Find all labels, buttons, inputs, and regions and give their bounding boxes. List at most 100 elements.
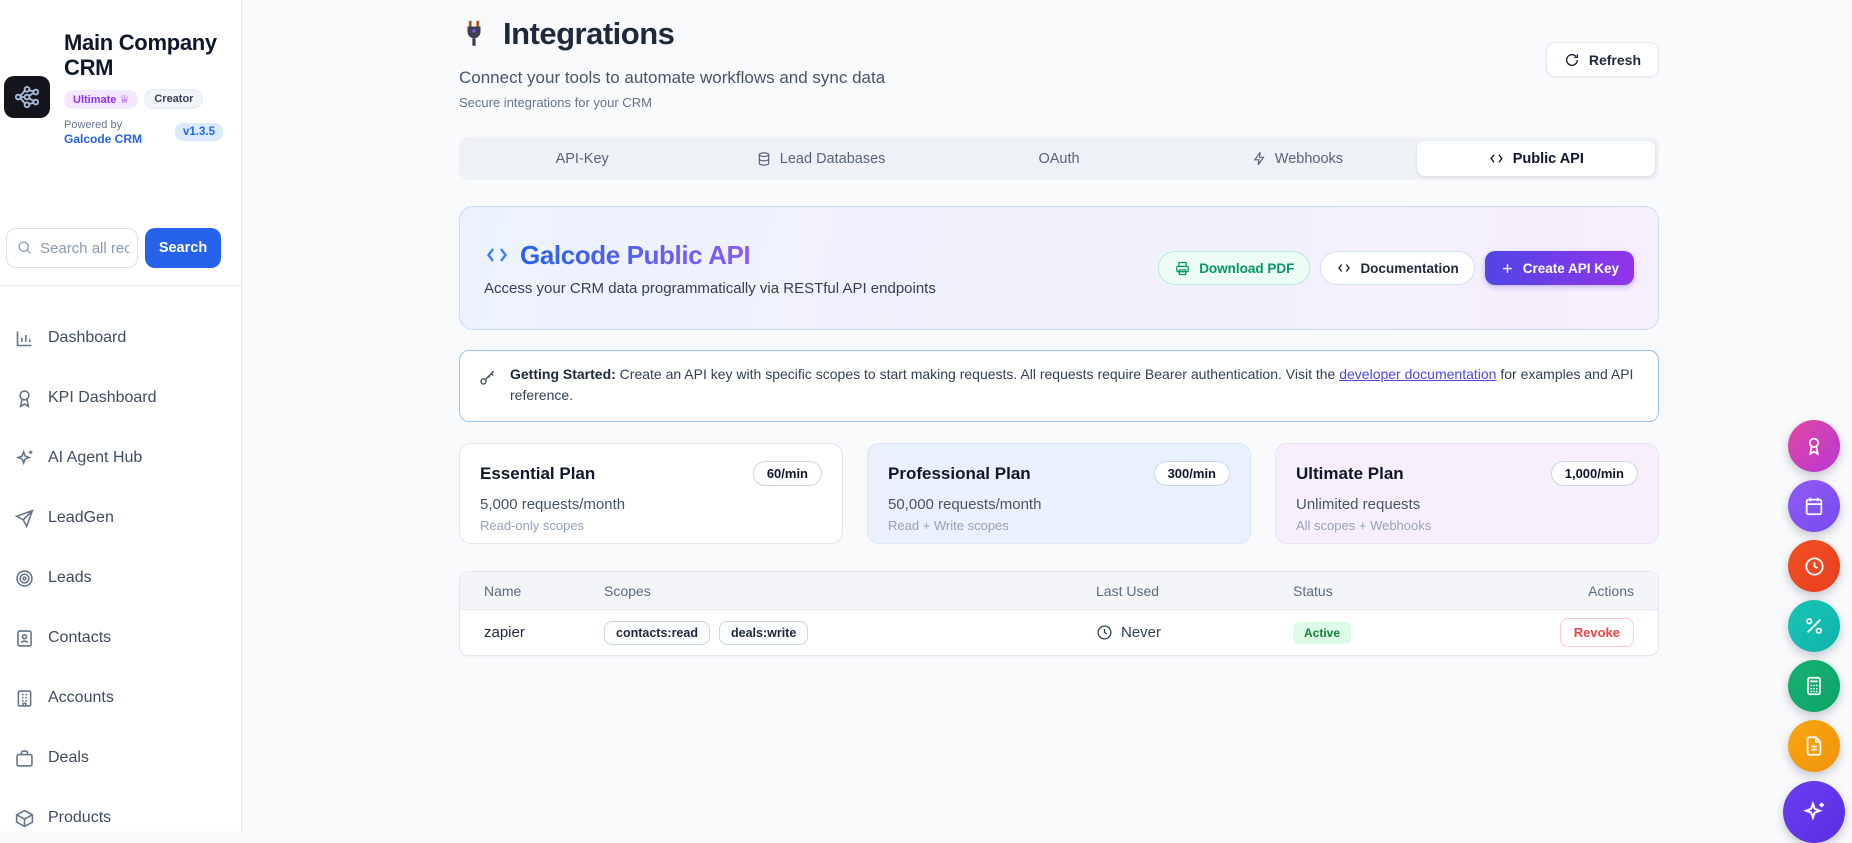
page-header: Integrations [459, 12, 1659, 56]
page-subtitle: Connect your tools to automate workflows… [459, 68, 886, 87]
plan-card-professional: Professional Plan 300/min 50,000 request… [867, 443, 1251, 544]
building-icon [14, 688, 35, 709]
sidebar-item-leads[interactable]: Leads [14, 556, 241, 600]
company-logo [4, 76, 50, 118]
page-title: Integrations [503, 16, 675, 51]
rate-limit-badge: 60/min [752, 461, 822, 486]
sidebar-item-ai-agent-hub[interactable]: AI Agent Hub [14, 436, 241, 480]
search-button[interactable]: Search [145, 228, 221, 268]
key-icon [478, 368, 497, 387]
contact-card-icon [14, 628, 35, 649]
sidebar-item-dashboard[interactable]: Dashboard [14, 316, 241, 360]
plan-requests: 50,000 requests/month [888, 496, 1042, 513]
api-keys-table: Name Scopes Last Used Status Actions zap… [459, 571, 1659, 656]
sidebar-item-leadgen[interactable]: LeadGen [14, 496, 241, 540]
award-icon [1803, 435, 1825, 457]
powered-by-row: Powered by Galcode CRM v1.3.5 [64, 118, 223, 146]
actions-cell: Revoke [1543, 618, 1634, 647]
plan-name: Essential Plan [480, 463, 596, 483]
plan-scopes: All scopes + Webhooks [1296, 518, 1432, 533]
documentation-button[interactable]: Documentation [1320, 251, 1475, 285]
plan-scopes: Read + Write scopes [888, 518, 1009, 533]
plus-icon [1500, 261, 1515, 276]
brand-link[interactable]: Galcode CRM [64, 132, 142, 146]
revoke-button[interactable]: Revoke [1559, 618, 1634, 647]
sidebar-item-kpi-dashboard[interactable]: KPI Dashboard [14, 376, 241, 420]
col-status: Status [1293, 582, 1333, 599]
col-scopes: Scopes [604, 582, 651, 599]
sidebar-item-accounts[interactable]: Accounts [14, 676, 241, 720]
printer-icon [1174, 260, 1191, 277]
plan-requests: 5,000 requests/month [480, 496, 626, 513]
table-header: Name Scopes Last Used Status Actions [460, 572, 1658, 610]
clock-icon [1096, 624, 1113, 641]
plan-name: Ultimate Plan [1296, 463, 1404, 483]
col-last-used: Last Used [1096, 582, 1160, 599]
bar-chart-icon [14, 328, 35, 349]
powered-by-label: Powered by [64, 119, 123, 131]
target-icon [14, 568, 35, 589]
hero-title: Galcode Public API [520, 239, 751, 270]
tab-webhooks[interactable]: Webhooks [1178, 141, 1416, 176]
getting-started-text: Getting Started: Create an API key with … [510, 366, 1634, 403]
award-icon [14, 388, 35, 409]
tab-oauth[interactable]: OAuth [940, 141, 1178, 176]
sidebar-item-products[interactable]: Products [14, 796, 241, 840]
getting-started-box: Getting Started: Create an API key with … [459, 350, 1659, 422]
calendar-icon [1803, 495, 1825, 517]
app-title: Main Company CRM [64, 30, 217, 80]
sidebar-nav: Dashboard KPI Dashboard AI Agent Hub Lea… [0, 286, 241, 840]
sidebar-item-contacts[interactable]: Contacts [14, 616, 241, 660]
page-caption: Secure integrations for your CRM [459, 95, 652, 110]
hero-subtitle: Access your CRM data programmatically vi… [484, 279, 936, 297]
plan-cards: Essential Plan 60/min 5,000 requests/mon… [459, 443, 1659, 544]
file-text-icon [1803, 735, 1825, 757]
file-text-fab[interactable] [1788, 720, 1840, 772]
tab-lead-databases[interactable]: Lead Databases [701, 141, 939, 176]
box-icon [14, 808, 35, 829]
sidebar: Main Company CRM Ultimate ♕ Creator Powe… [0, 0, 242, 831]
create-api-key-button[interactable]: Create API Key [1484, 251, 1634, 285]
download-pdf-button[interactable]: Download PDF [1158, 251, 1311, 285]
plan-scopes: Read-only scopes [480, 518, 585, 533]
col-name: Name [484, 582, 522, 599]
creator-badge: Creator [144, 89, 204, 109]
tab-api-key[interactable]: API-Key [463, 141, 701, 176]
briefcase-icon [14, 748, 35, 769]
database-icon [756, 151, 772, 167]
rate-limit-badge: 300/min [1153, 461, 1230, 486]
search-icon [16, 239, 33, 256]
col-actions: Actions [1588, 582, 1634, 599]
sparkles-icon [1801, 799, 1827, 825]
plug-icon [459, 18, 489, 50]
award-fab[interactable] [1788, 420, 1840, 472]
status-cell: Active [1293, 621, 1543, 644]
sidebar-item-deals[interactable]: Deals [14, 736, 241, 780]
plan-badges: Ultimate ♕ Creator [64, 89, 223, 109]
ultimate-badge: Ultimate ♕ [64, 89, 139, 109]
last-used-cell: Never [1096, 624, 1293, 641]
table-row: zapier contacts:read deals:write Never A… [460, 610, 1658, 655]
plan-name: Professional Plan [888, 463, 1031, 483]
clock-fab[interactable] [1788, 540, 1840, 592]
code-icon [1336, 261, 1352, 275]
percent-fab[interactable] [1788, 600, 1840, 652]
main-area: Integrations Connect your tools to autom… [242, 0, 1852, 831]
integration-tabs: API-Key Lead Databases OAuth Webhooks Pu… [459, 137, 1659, 180]
percent-icon [1803, 615, 1825, 637]
tab-public-api[interactable]: Public API [1416, 141, 1655, 176]
rate-limit-badge: 1,000/min [1550, 461, 1638, 486]
developer-documentation-link[interactable]: developer documentation [1339, 366, 1496, 382]
crown-icon: ♕ [119, 92, 130, 106]
sidebar-header: Main Company CRM Ultimate ♕ Creator Powe… [0, 0, 241, 172]
network-graph-icon [11, 82, 43, 112]
scope-chip: deals:write [718, 620, 809, 645]
public-api-panel: Galcode Public API Access your CRM data … [459, 206, 1659, 330]
zap-icon [1252, 151, 1267, 166]
calendar-fab[interactable] [1788, 480, 1840, 532]
refresh-button[interactable]: Refresh [1545, 42, 1659, 77]
sparkles-fab[interactable] [1783, 781, 1845, 843]
code-icon [1488, 151, 1505, 166]
calculator-fab[interactable] [1788, 660, 1840, 712]
plan-requests: Unlimited requests [1296, 496, 1421, 513]
